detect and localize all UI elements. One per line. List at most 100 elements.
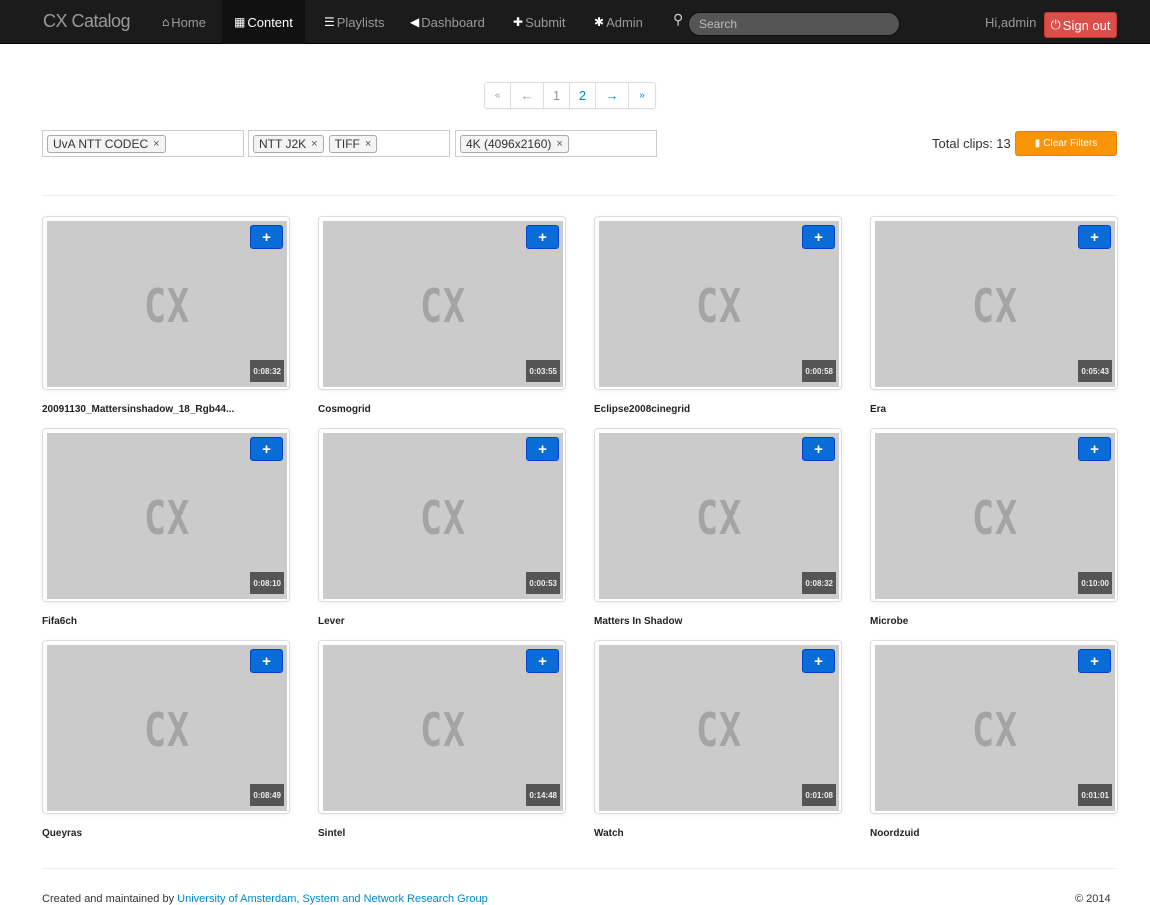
clip-card[interactable]: CX +0:01:01	[870, 640, 1118, 814]
thumbnail-placeholder-logo: CX	[144, 279, 190, 333]
remove-tag-icon[interactable]: ×	[556, 138, 562, 150]
pagination-prev[interactable]: ←	[511, 83, 544, 108]
nav-item-admin[interactable]: ✱ Admin	[582, 0, 655, 44]
add-to-playlist-button[interactable]: +	[526, 649, 559, 673]
clip-card[interactable]: CX +0:00:53	[318, 428, 566, 602]
clip-thumbnail[interactable]: CX +0:08:49	[47, 645, 287, 811]
add-to-playlist-button[interactable]: +	[802, 437, 835, 461]
add-to-playlist-button[interactable]: +	[802, 225, 835, 249]
clip-duration: 0:08:10	[250, 572, 284, 594]
clip-thumbnail[interactable]: CX +0:08:32	[599, 433, 839, 599]
clip-title[interactable]: Matters In Shadow	[594, 616, 854, 627]
clip-title[interactable]: Microbe	[870, 616, 1130, 627]
clip-thumbnail[interactable]: CX +0:01:01	[875, 645, 1115, 811]
add-to-playlist-button[interactable]: +	[250, 225, 283, 249]
clip-card[interactable]: CX +0:08:49	[42, 640, 290, 814]
filter-input-2[interactable]: NTT J2K × TIFF ×	[248, 130, 450, 157]
remove-tag-icon[interactable]: ×	[311, 138, 317, 150]
clip-duration: 0:08:49	[250, 784, 284, 806]
brand[interactable]: CX Catalog	[43, 11, 131, 32]
filter-tag: UvA NTT CODEC ×	[47, 134, 166, 153]
clear-filters-label: Clear Filters	[1043, 138, 1098, 149]
clip-title[interactable]: Era	[870, 404, 1130, 415]
clip-duration: 0:08:32	[250, 360, 284, 382]
clip-thumbnail[interactable]: CX +0:01:08	[599, 645, 839, 811]
pagination-page-1[interactable]: 1	[544, 83, 570, 108]
thumbnail-placeholder-logo: CX	[420, 703, 466, 757]
clip-thumbnail[interactable]: CX +0:08:32	[47, 221, 287, 387]
clear-filters-button[interactable]: ▮ Clear Filters	[1015, 131, 1117, 156]
clip-card[interactable]: CX +0:05:43	[870, 216, 1118, 390]
thumbnail-placeholder-logo: CX	[144, 491, 190, 545]
pagination: «← 1 2 →»	[484, 82, 656, 109]
nav-item-content[interactable]: ▦ Content	[222, 0, 305, 44]
clip-card[interactable]: CX +0:01:08	[594, 640, 842, 814]
clip-card[interactable]: CX +0:00:58	[594, 216, 842, 390]
add-to-playlist-button[interactable]: +	[1078, 437, 1111, 461]
clip-title[interactable]: Cosmogrid	[318, 404, 578, 415]
nav-item-submit[interactable]: ✚ Submit	[501, 0, 578, 44]
footer-divider	[42, 868, 1117, 869]
pagination-page-2[interactable]: 2	[570, 83, 596, 108]
nav-item-label: Home	[171, 14, 206, 30]
clip-thumbnail[interactable]: CX +0:10:00	[875, 433, 1115, 599]
sign-out-button[interactable]: ⏻ Sign out	[1044, 12, 1117, 38]
nav-item-home[interactable]: ⌂ Home	[150, 0, 218, 44]
remove-tag-icon[interactable]: ×	[365, 138, 371, 150]
clip-card[interactable]: CX +0:08:10	[42, 428, 290, 602]
navbar: CX Catalog ⌂ Home ▦ Content ☰ Playlists ◀ Dashb…	[0, 0, 1150, 44]
clip-card[interactable]: CX +0:10:00	[870, 428, 1118, 602]
clip-thumbnail[interactable]: CX +0:05:43	[875, 221, 1115, 387]
clip-duration: 0:10:00	[1078, 572, 1112, 594]
power-icon: ⏻	[1050, 17, 1061, 32]
clip-title[interactable]: Eclipse2008cinegrid	[594, 404, 854, 415]
clip-title[interactable]: Fifa6ch	[42, 616, 302, 627]
filter-tag-label: 4K (4096x2160)	[466, 136, 552, 151]
filter-input-1[interactable]: UvA NTT CODEC ×	[42, 130, 244, 157]
thumbnail-placeholder-logo: CX	[144, 703, 190, 757]
nav-item-label: Admin	[606, 14, 643, 30]
nav-item-label: Content	[247, 14, 293, 30]
clip-thumbnail[interactable]: CX +0:00:58	[599, 221, 839, 387]
clip-title[interactable]: Lever	[318, 616, 578, 627]
add-to-playlist-button[interactable]: +	[526, 225, 559, 249]
clip-thumbnail[interactable]: CX +0:14:48	[323, 645, 563, 811]
clip-thumbnail[interactable]: CX +0:03:55	[323, 221, 563, 387]
clip-card[interactable]: CX +0:08:32	[594, 428, 842, 602]
clip-title[interactable]: Sintel	[318, 828, 578, 839]
add-to-playlist-button[interactable]: +	[802, 649, 835, 673]
filter-input-3[interactable]: 4K (4096x2160) ×	[455, 130, 657, 157]
home-icon: ⌂	[162, 15, 170, 29]
copyright: © 2014	[1075, 893, 1111, 905]
search-input[interactable]	[688, 12, 900, 36]
nav-item-playlists[interactable]: ☰ Playlists	[312, 0, 396, 44]
clip-thumbnail[interactable]: CX +0:08:10	[47, 433, 287, 599]
cog-icon: ✱	[594, 15, 605, 29]
footer-credits: Created and maintained by University of …	[42, 893, 488, 905]
filter-tag-label: TIFF	[334, 136, 360, 151]
pagination-last[interactable]: »	[629, 83, 655, 108]
clip-title[interactable]: Queyras	[42, 828, 302, 839]
footer-link[interactable]: University of Amsterdam, System and Netw…	[177, 893, 488, 905]
pagination-first[interactable]: «	[485, 83, 511, 108]
add-to-playlist-button[interactable]: +	[1078, 225, 1111, 249]
thumbnail-placeholder-logo: CX	[972, 703, 1018, 757]
nav-item-dashboard[interactable]: ◀ Dashboard	[398, 0, 497, 44]
add-to-playlist-button[interactable]: +	[250, 649, 283, 673]
clip-card[interactable]: CX +0:08:32	[42, 216, 290, 390]
nav-item-label: Submit	[525, 14, 566, 30]
thumbnail-placeholder-logo: CX	[972, 279, 1018, 333]
thumbnail-placeholder-logo: CX	[420, 279, 466, 333]
clip-thumbnail[interactable]: CX +0:00:53	[323, 433, 563, 599]
clip-title[interactable]: Noordzuid	[870, 828, 1130, 839]
pagination-next[interactable]: →	[596, 83, 629, 108]
clip-card[interactable]: CX +0:14:48	[318, 640, 566, 814]
add-to-playlist-button[interactable]: +	[250, 437, 283, 461]
clip-card[interactable]: CX +0:03:55	[318, 216, 566, 390]
remove-tag-icon[interactable]: ×	[153, 138, 159, 150]
clip-title[interactable]: Watch	[594, 828, 854, 839]
clip-title[interactable]: 20091130_Mattersinshadow_18_Rgb44...	[42, 404, 302, 415]
add-to-playlist-button[interactable]: +	[526, 437, 559, 461]
clip-duration: 0:03:55	[526, 360, 560, 382]
add-to-playlist-button[interactable]: +	[1078, 649, 1111, 673]
